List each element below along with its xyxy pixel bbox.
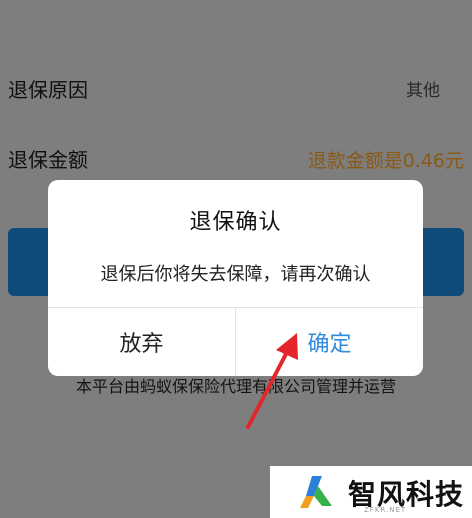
- watermark-subtext: ZFKR.NET: [364, 506, 407, 514]
- dialog-title: 退保确认: [189, 210, 282, 235]
- dialog-message: 退保后你将失去保障，请再次确认: [100, 264, 371, 285]
- brand-logo-icon: [300, 476, 332, 508]
- cancel-button[interactable]: 放弃: [48, 308, 235, 376]
- refund-confirm-dialog: 退保确认 退保后你将失去保障，请再次确认 放弃 确定: [48, 180, 423, 376]
- refund-amount-label: 退保金额: [8, 148, 88, 172]
- refund-amount-value: 退款金额是0.46元: [307, 150, 464, 172]
- refund-reason-value: 其他: [406, 81, 440, 101]
- refund-reason-label: 退保原因: [8, 78, 88, 102]
- watermark: 智风科技 ZFKR.NET: [270, 466, 472, 518]
- platform-footnote: 本平台由蚂蚁保保险代理有限公司管理并运营: [75, 377, 396, 396]
- refund-amount-row: 退保金额 退款金额是0.46元: [0, 128, 472, 184]
- confirm-button[interactable]: 确定: [236, 308, 423, 376]
- refund-reason-row[interactable]: 退保原因 其他: [0, 58, 472, 114]
